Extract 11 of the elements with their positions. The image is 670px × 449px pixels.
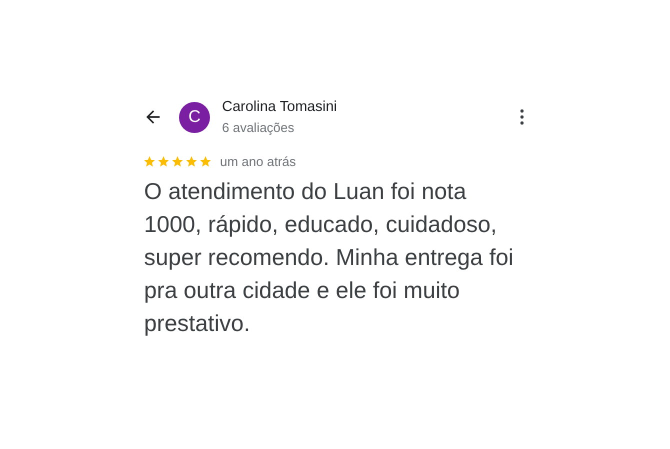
star-icon	[143, 155, 156, 168]
avatar: C	[179, 102, 210, 132]
star-icon	[199, 155, 212, 168]
star-icon	[157, 155, 170, 168]
author-name[interactable]: Carolina Tomasini	[222, 97, 520, 117]
review-text: O atendimento do Luan foi nota 1000, rápido, educado, cuidadoso, super recomendo. Minha entrega foi pra outra cidade e ele foi muito prestativo.	[144, 177, 514, 338]
star-icon	[171, 155, 184, 168]
more-options-icon[interactable]	[520, 109, 524, 125]
star-icon	[185, 155, 198, 168]
review-count: 6 avaliações	[222, 119, 296, 137]
review-time: um ano atrás	[220, 154, 296, 169]
